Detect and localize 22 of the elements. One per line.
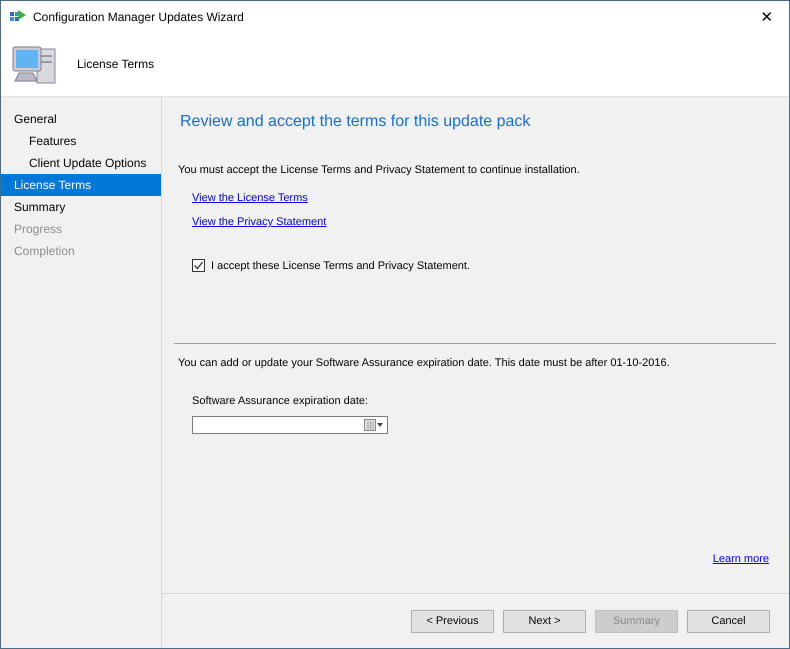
nav-item[interactable]: Client Update Options — [1, 152, 161, 174]
nav-item[interactable]: Summary — [1, 196, 161, 218]
section-heading: Review and accept the terms for this update pack — [180, 113, 532, 131]
nav-item[interactable]: Features — [1, 130, 161, 152]
date-picker-field[interactable] — [192, 416, 388, 434]
nav-item[interactable]: General — [1, 108, 161, 130]
checkbox-label: I accept these License Terms and Privacy Statement. — [211, 260, 470, 272]
instruction-text: You must accept the License Terms and Privacy Statement to continue installation. — [178, 164, 581, 176]
checkbox[interactable] — [192, 259, 205, 272]
field-label: Software Assurance expiration date: — [192, 395, 370, 407]
nav-item[interactable]: License Terms — [1, 174, 161, 196]
page-title: License Terms — [77, 57, 154, 71]
learn-more-link[interactable]: Learn more — [712, 553, 769, 565]
link[interactable]: View the License Terms — [192, 192, 308, 204]
close-button[interactable]: ✕ — [745, 2, 789, 32]
assurance-text: You can add or update your Software Assurance expiration date. This date must be after 01-10-2016. — [178, 357, 671, 369]
link[interactable]: View the Privacy Statement — [192, 216, 326, 228]
wizard-button[interactable]: Next > — [503, 610, 586, 632]
window-title: Configuration Manager Updates Wizard — [33, 10, 245, 24]
calendar-icon — [364, 419, 384, 431]
wizard-button[interactable]: < Previous — [411, 610, 494, 632]
wizard-button[interactable]: Cancel — [687, 610, 770, 632]
